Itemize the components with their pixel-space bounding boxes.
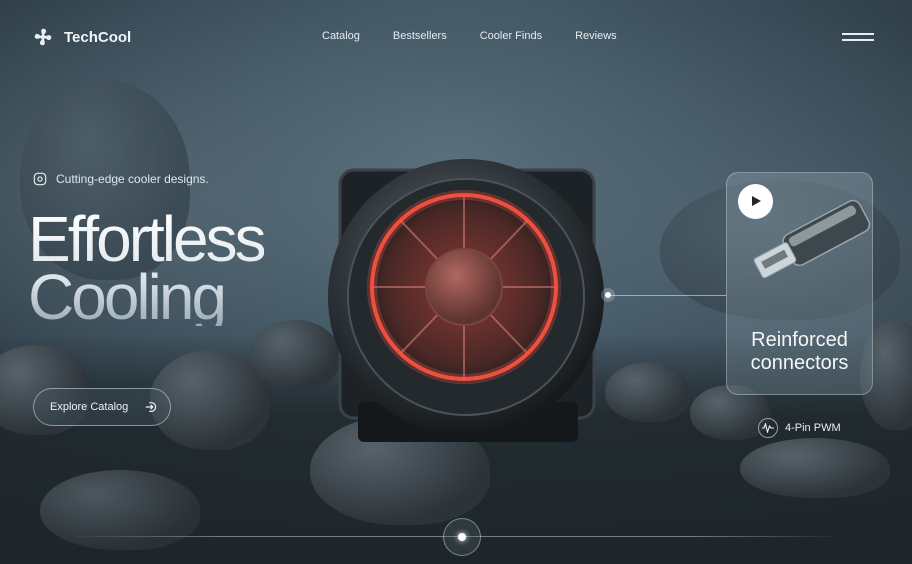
- play-icon: [752, 196, 761, 206]
- spec-label: 4-Pin PWM: [785, 422, 841, 434]
- fan-logo-icon: [34, 28, 52, 46]
- top-header: TechCool Catalog Bestsellers Cooler Find…: [0, 0, 912, 72]
- nav-item-cooler-finds[interactable]: Cooler Finds: [480, 30, 542, 42]
- card-title-line-2: connectors: [750, 352, 849, 374]
- nav-item-reviews[interactable]: Reviews: [575, 30, 617, 42]
- nav-item-catalog[interactable]: Catalog: [322, 30, 360, 42]
- hotspot-marker[interactable]: [601, 288, 615, 302]
- card-title-line-1: Reinforced: [751, 329, 848, 351]
- waveform-icon: [758, 418, 778, 438]
- headline-line-2: Cooling: [28, 261, 225, 333]
- feature-card-title: Reinforced connectors: [727, 329, 872, 375]
- cta-label: Explore Catalog: [50, 401, 129, 413]
- hamburger-menu-icon[interactable]: [842, 31, 874, 43]
- login-arrow-icon: [145, 402, 157, 412]
- brand-name: TechCool: [64, 28, 132, 46]
- spec-badge: 4-Pin PWM: [758, 418, 841, 438]
- brand-logo[interactable]: TechCool: [32, 26, 131, 48]
- headline-line-1: Effortless: [28, 203, 264, 275]
- main-nav: Catalog Bestsellers Cooler Finds Reviews: [322, 30, 617, 42]
- nav-item-bestsellers[interactable]: Bestsellers: [393, 30, 447, 42]
- hero-tagline: Cutting-edge cooler designs.: [33, 172, 209, 186]
- play-video-button[interactable]: [738, 184, 773, 219]
- callout-line: [608, 295, 726, 296]
- cpu-cooler-image: [328, 159, 604, 442]
- hero-headline: Effortless Cooling: [28, 210, 264, 326]
- sparkle-badge-icon: [33, 172, 47, 186]
- slider-handle[interactable]: [443, 518, 481, 556]
- feature-card-connectors[interactable]: Reinforced connectors: [726, 172, 873, 395]
- explore-catalog-button[interactable]: Explore Catalog: [33, 388, 171, 426]
- tagline-text: Cutting-edge cooler designs.: [56, 172, 209, 186]
